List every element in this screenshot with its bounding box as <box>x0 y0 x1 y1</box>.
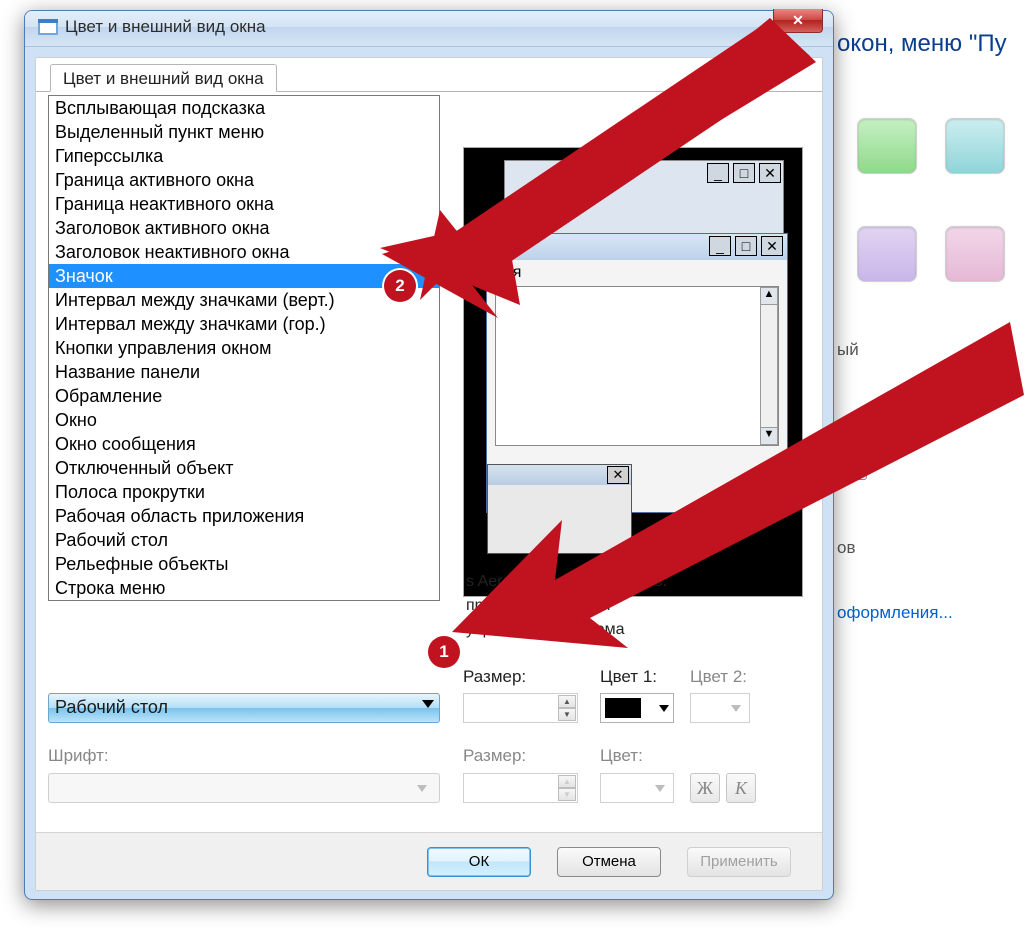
element-dropdown-list[interactable]: Всплывающая подсказкаВыделенный пункт ме… <box>48 95 440 601</box>
dropdown-item[interactable]: Кнопки управления окном <box>49 336 439 360</box>
minimize-icon: _ <box>707 163 729 183</box>
color2-picker-disabled <box>690 693 750 723</box>
preview-active-title-text: ная <box>495 264 521 282</box>
window-icon <box>38 19 58 35</box>
dropdown-item[interactable]: Рабочая область приложения <box>49 504 439 528</box>
maximize-icon: □ <box>735 236 757 256</box>
apply-button-disabled: Применить <box>687 847 791 877</box>
dropdown-item[interactable]: Гиперссылка <box>49 144 439 168</box>
dropdown-item[interactable]: Название панели <box>49 360 439 384</box>
dropdown-item[interactable]: Всплывающая подсказка <box>49 96 439 120</box>
scrollbar-up-icon: ▲ <box>760 287 778 305</box>
appearance-link-fragment[interactable]: оформления... <box>837 603 953 623</box>
dropdown-item[interactable]: Значок <box>49 264 439 288</box>
font-size-label: Размер: <box>463 746 526 766</box>
dropdown-item[interactable]: Заголовок активного окна <box>49 216 439 240</box>
titlebar-text: Цвет и внешний вид окна <box>65 17 266 37</box>
size-spinner[interactable]: ▲ ▼ <box>463 693 578 723</box>
color-appearance-dialog: Цвет и внешний вид окна Цвет и внешний в… <box>24 10 834 900</box>
maximize-icon: □ <box>733 163 755 183</box>
chevron-down-icon <box>422 700 434 708</box>
chevron-down-icon <box>731 705 741 712</box>
spinner-up-icon: ▲ <box>558 775 576 788</box>
dropdown-item[interactable]: Строка меню <box>49 576 439 600</box>
scrollbar-track <box>760 305 778 427</box>
font-label: Шрифт: <box>48 746 109 766</box>
color1-picker[interactable] <box>600 693 674 723</box>
dropdown-item[interactable]: Отключенный объект <box>49 456 439 480</box>
dropdown-item[interactable]: Заголовок неактивного окна <box>49 240 439 264</box>
annotation-badge-1: 1 <box>428 636 460 668</box>
spinner-up-icon[interactable]: ▲ <box>558 695 576 708</box>
titlebar[interactable]: Цвет и внешний вид окна <box>25 11 833 47</box>
chevron-down-icon <box>659 705 669 712</box>
dropdown-item[interactable]: Граница неактивного окна <box>49 192 439 216</box>
preview-caption: s Aero" выберите Windows. применять ко в… <box>466 570 806 642</box>
color-swatch-purple[interactable] <box>857 226 917 282</box>
italic-button-disabled: К <box>726 773 756 803</box>
chevron-down-icon <box>655 785 665 792</box>
chevron-down-icon <box>417 785 427 792</box>
color2-label: Цвет 2: <box>690 667 747 687</box>
dropdown-item[interactable]: Интервал между значками (гор.) <box>49 312 439 336</box>
bold-button-disabled: Ж <box>690 773 720 803</box>
spinner-down-icon: ▼ <box>558 788 576 801</box>
scrollbar-down-icon: ▼ <box>760 427 778 445</box>
ok-button[interactable]: ОК <box>427 847 531 877</box>
minimize-icon: _ <box>709 236 731 256</box>
preview-active-window: _ □ ✕ ная ▲ ▼ ✕ <box>486 233 788 513</box>
color1-swatch <box>605 698 641 718</box>
font-color-picker-disabled <box>600 773 674 803</box>
font-size-spinner-disabled: ▲ ▼ <box>463 773 578 803</box>
color-swatch-teal[interactable] <box>945 118 1005 174</box>
spinner-down-icon[interactable]: ▼ <box>558 708 576 721</box>
dropdown-item[interactable]: Рельефные объекты <box>49 552 439 576</box>
annotation-badge-2: 2 <box>384 270 416 302</box>
dropdown-item[interactable]: Полоса прокрутки <box>49 480 439 504</box>
dropdown-item[interactable]: Окно <box>49 408 439 432</box>
element-combobox-value: Рабочий стол <box>55 697 168 718</box>
close-button[interactable] <box>773 9 823 33</box>
parent-text-fragment-2: ов <box>837 538 856 558</box>
font-color-label: Цвет: <box>600 746 643 766</box>
element-combobox[interactable]: Рабочий стол <box>48 693 440 723</box>
dropdown-item[interactable]: Интервал между значками (верт.) <box>49 288 439 312</box>
close-icon: ✕ <box>761 236 783 256</box>
preview-area: _ □ ✕ _ □ ✕ ная ▲ <box>463 147 803 597</box>
preview-message-window: ✕ <box>487 464 632 554</box>
dialog-body: Цвет и внешний вид окна _ □ ✕ _ <box>35 57 823 891</box>
color-swatch-pink[interactable] <box>945 226 1005 282</box>
color1-label: Цвет 1: <box>600 667 657 687</box>
color-swatch-green[interactable] <box>857 118 917 174</box>
close-icon: ✕ <box>607 466 629 484</box>
parent-page-headline: окон, меню "Пу <box>837 30 1007 58</box>
close-icon: ✕ <box>759 163 781 183</box>
tab-color-appearance[interactable]: Цвет и внешний вид окна <box>50 64 277 92</box>
button-bar: ОК Отмена Применить <box>36 832 822 890</box>
dropdown-item[interactable]: Выделенный пункт меню <box>49 120 439 144</box>
close-icon <box>792 12 804 29</box>
font-combobox-disabled <box>48 773 440 803</box>
dropdown-item[interactable]: Граница активного окна <box>49 168 439 192</box>
intensity-slider-thumb[interactable] <box>855 458 867 480</box>
parent-text-fragment-1: ый <box>837 340 859 360</box>
cancel-button[interactable]: Отмена <box>557 847 661 877</box>
dropdown-item[interactable]: Обрамление <box>49 384 439 408</box>
dropdown-item[interactable]: Окно сообщения <box>49 432 439 456</box>
dropdown-item[interactable]: Рабочий стол <box>49 528 439 552</box>
size-label: Размер: <box>463 667 526 687</box>
